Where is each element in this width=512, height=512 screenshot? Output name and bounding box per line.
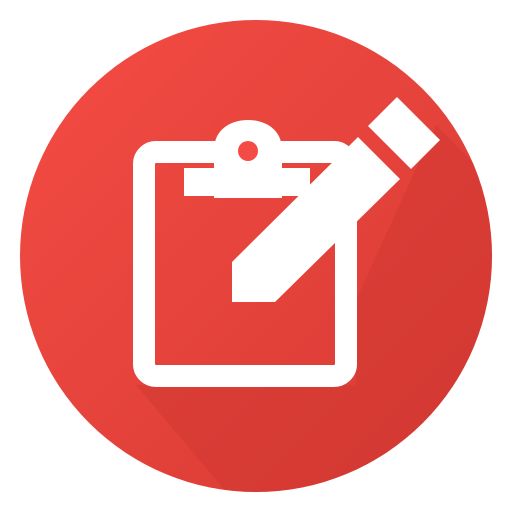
app-icon	[0, 0, 512, 512]
clipboard-clip-bar	[184, 168, 310, 196]
clipboard-clip-hole	[238, 141, 258, 161]
clipboard-edit-icon	[20, 20, 492, 492]
